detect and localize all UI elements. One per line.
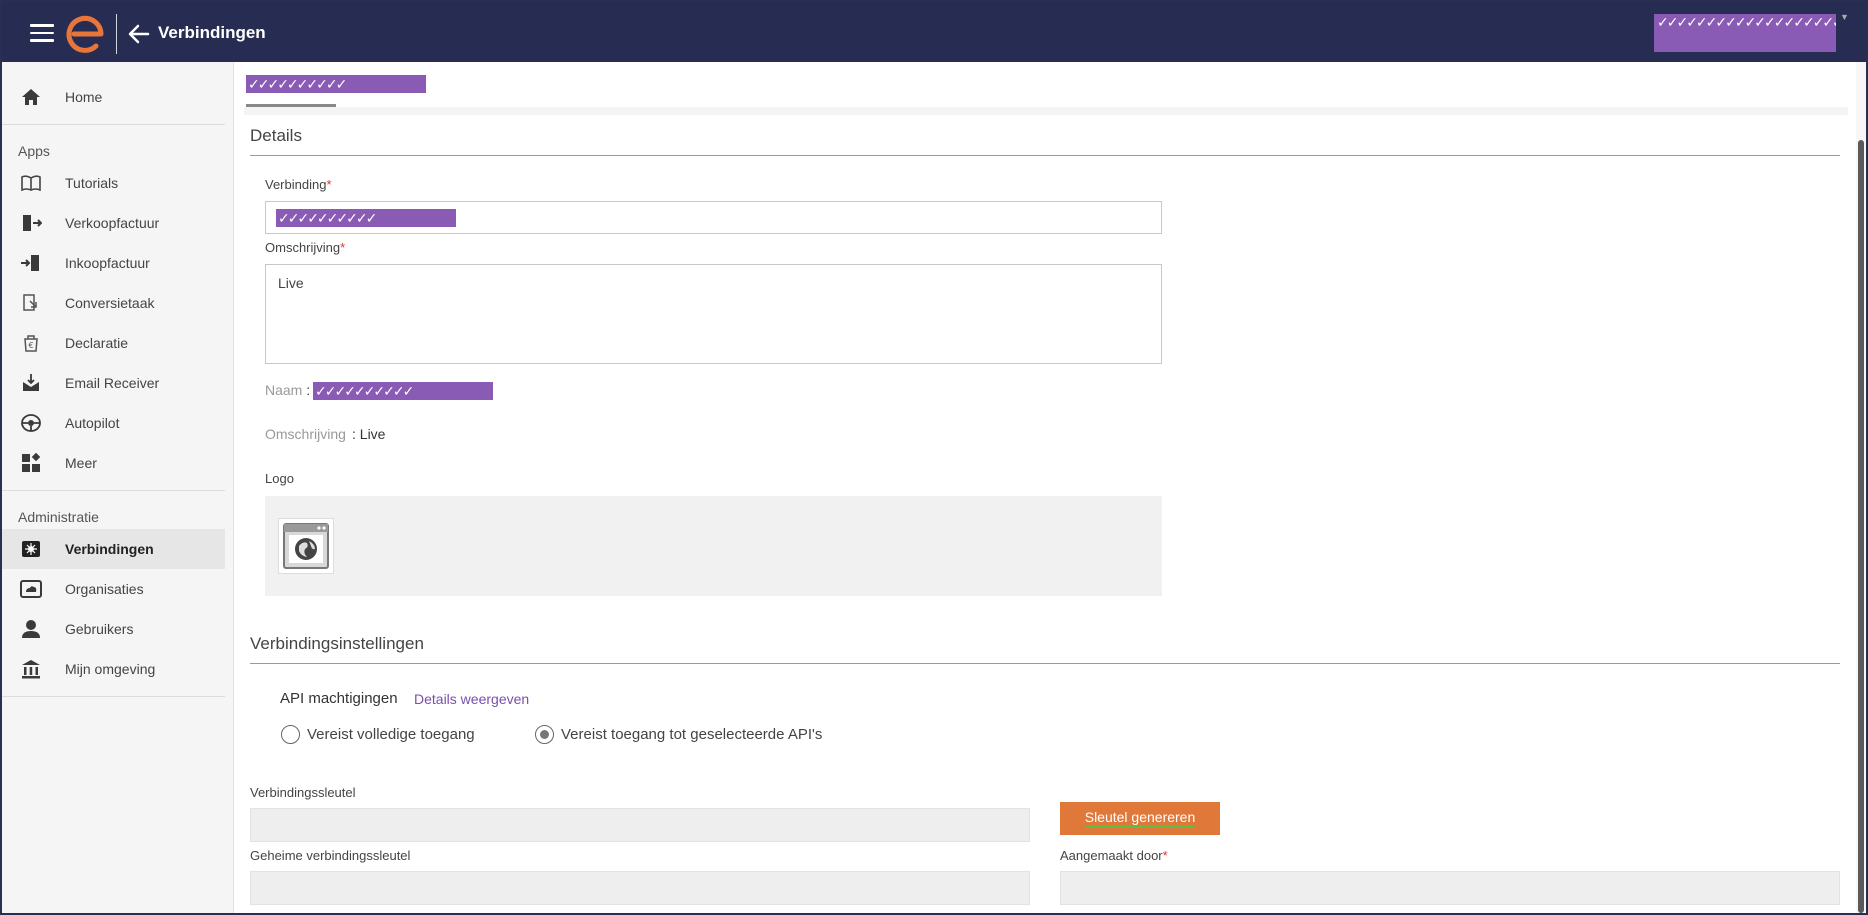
geheime-verbindingssleutel-label: Geheime verbindingssleutel (250, 848, 411, 863)
radio-selected-apis[interactable] (535, 725, 554, 744)
sidebar-item-tutorials[interactable]: Tutorials (2, 163, 225, 203)
user-menu-caret-icon[interactable]: ▼ (1840, 12, 1849, 22)
sidebar-item-autopilot[interactable]: Autopilot (2, 403, 225, 443)
sidebar-item-meer[interactable]: Meer (2, 443, 225, 483)
tab-connection[interactable]: ✓✓✓✓✓✓✓✓✓✓ (246, 75, 426, 93)
aangemaakt-door-input[interactable] (1060, 871, 1840, 905)
sleutel-genereren-button[interactable]: Sleutel genereren (1060, 802, 1220, 835)
sidebar: Home Apps Tutorials Verkoopfactuur Inkoo… (2, 62, 234, 913)
verbinding-value: ✓✓✓✓✓✓✓✓✓✓ (276, 209, 456, 227)
tab-strip-divider (244, 107, 1848, 115)
sidebar-item-label: Gebruikers (65, 621, 134, 637)
sleutel-genereren-label: Sleutel genereren (1084, 809, 1196, 828)
sidebar-item-label: Tutorials (65, 175, 119, 191)
sidebar-item-label: Conversietaak (65, 295, 155, 311)
radio-selected-apis-label[interactable]: Vereist toegang tot geselecteerde API's (561, 726, 822, 743)
sidebar-item-label: Inkoopfactuur (65, 255, 150, 271)
radio-full-access[interactable] (281, 725, 300, 744)
sidebar-item-label: Autopilot (65, 415, 120, 431)
sidebar-section-administratie: Administratie (18, 509, 99, 525)
vertical-scrollbar[interactable] (1856, 62, 1866, 913)
bank-icon (20, 658, 42, 680)
omschrijving-label: Omschrijving* (265, 240, 346, 255)
sidebar-item-label: Verkoopfactuur (65, 215, 160, 231)
top-bar: Verbindingen ✓✓✓✓✓✓✓✓✓✓✓✓✓✓✓✓✓✓✓✓ ▼ (2, 2, 1866, 62)
app-window: Verbindingen ✓✓✓✓✓✓✓✓✓✓✓✓✓✓✓✓✓✓✓✓ ▼ Home… (2, 2, 1866, 913)
omschrijving-info-label: Omschrijving (265, 426, 346, 442)
details-weergeven-link[interactable]: Details weergeven (414, 691, 529, 707)
sidebar-item-label: Verbindingen (65, 541, 154, 557)
sidebar-item-declaratie[interactable]: € Declaratie (2, 323, 225, 363)
page-title: Verbindingen (158, 23, 266, 42)
verbinding-input[interactable]: ✓✓✓✓✓✓✓✓✓✓ (265, 201, 1162, 234)
logo-panel (265, 496, 1162, 596)
naam-info-value: ✓✓✓✓✓✓✓✓✓✓ (313, 382, 493, 400)
naam-info-label: Naam : (265, 382, 311, 398)
verbinding-label: Verbinding* (265, 177, 332, 192)
header-divider (116, 14, 117, 54)
apps-grid-icon (20, 452, 42, 474)
section-divider (250, 155, 1840, 156)
back-arrow-icon[interactable] (128, 24, 150, 44)
sidebar-item-inkoopfactuur[interactable]: Inkoopfactuur (2, 243, 225, 283)
verbindingssleutel-label: Verbindingssleutel (250, 785, 356, 800)
sales-invoice-icon (20, 212, 42, 234)
main-content: ✓✓✓✓✓✓✓✓✓✓ Details Verbinding* ✓✓✓✓✓✓✓✓✓… (234, 62, 1854, 913)
radio-full-access-label[interactable]: Vereist volledige toegang (307, 726, 475, 743)
sidebar-item-conversietaak[interactable]: Conversietaak (2, 283, 225, 323)
hamburger-menu-icon[interactable] (30, 24, 54, 42)
sidebar-item-verbindingen[interactable]: Verbindingen (2, 529, 225, 569)
organisations-icon (20, 578, 42, 600)
sidebar-item-label: Email Receiver (65, 375, 160, 391)
email-receiver-icon (20, 372, 42, 394)
conversion-icon (20, 292, 42, 314)
sidebar-item-label: Home (65, 89, 103, 105)
aangemaakt-door-label: Aangemaakt door* (1060, 848, 1168, 863)
connections-icon (20, 538, 42, 560)
sidebar-divider (2, 124, 225, 125)
omschrijving-info-value: : Live (352, 426, 386, 442)
sidebar-section-apps: Apps (18, 143, 50, 159)
section-divider (250, 663, 1840, 664)
user-menu[interactable]: ✓✓✓✓✓✓✓✓✓✓✓✓✓✓✓✓✓✓✓✓ (1654, 14, 1836, 52)
sidebar-item-email-receiver[interactable]: Email Receiver (2, 363, 225, 403)
geheime-verbindingssleutel-input[interactable] (250, 871, 1030, 905)
verbindingssleutel-input[interactable] (250, 808, 1030, 842)
verbindingsinstellingen-section-title: Verbindingsinstellingen (250, 634, 424, 653)
sidebar-item-gebruikers[interactable]: Gebruikers (2, 609, 225, 649)
omschrijving-textarea[interactable]: Live (265, 264, 1162, 364)
logo-image[interactable] (278, 518, 334, 574)
logo-label: Logo (265, 471, 294, 486)
svg-text:€: € (28, 341, 33, 350)
sidebar-item-organisaties[interactable]: Organisaties (2, 569, 225, 609)
sidebar-item-home[interactable]: Home (2, 77, 225, 117)
expense-icon: € (20, 332, 42, 354)
sidebar-divider (2, 696, 225, 697)
web-window-icon (283, 523, 329, 569)
home-icon (20, 86, 42, 108)
sidebar-divider (2, 490, 225, 491)
details-section-title: Details (250, 126, 302, 145)
autopilot-icon (20, 412, 42, 434)
user-icon (20, 618, 42, 640)
book-icon (20, 172, 42, 194)
purchase-invoice-icon (20, 252, 42, 274)
sidebar-item-verkoopfactuur[interactable]: Verkoopfactuur (2, 203, 225, 243)
sidebar-item-mijn-omgeving[interactable]: Mijn omgeving (2, 649, 225, 689)
api-permissions-label: API machtigingen (280, 690, 398, 707)
sidebar-item-label: Mijn omgeving (65, 661, 156, 677)
sidebar-item-label: Declaratie (65, 335, 129, 351)
scrollbar-thumb[interactable] (1858, 140, 1864, 913)
omschrijving-value: Live (278, 275, 304, 291)
sidebar-item-label: Meer (65, 455, 97, 471)
app-logo[interactable] (66, 15, 106, 53)
sidebar-item-label: Organisaties (65, 581, 144, 597)
